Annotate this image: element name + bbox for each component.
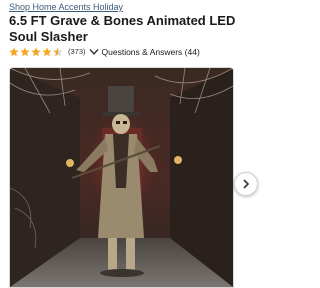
chevron-down-icon[interactable]	[89, 48, 99, 56]
next-image-button[interactable]	[234, 172, 258, 196]
rating-row[interactable]: (373) Questions & Answers (44)	[9, 46, 200, 57]
star-icon	[9, 46, 19, 56]
star-icon	[20, 46, 30, 56]
review-count[interactable]: (373)	[68, 47, 86, 56]
chevron-right-icon	[243, 179, 250, 189]
product-image[interactable]	[9, 67, 234, 288]
star-half-icon	[53, 46, 63, 56]
breadcrumb-link[interactable]: Shop Home Accents Holiday	[9, 2, 123, 12]
star-rating[interactable]	[9, 46, 64, 57]
questions-answers-link[interactable]: Questions & Answers (44)	[102, 47, 200, 57]
product-title: 6.5 FT Grave & Bones Animated LED Soul S…	[9, 13, 236, 44]
star-icon	[42, 46, 52, 56]
product-photo	[10, 68, 233, 287]
star-icon	[31, 46, 41, 56]
